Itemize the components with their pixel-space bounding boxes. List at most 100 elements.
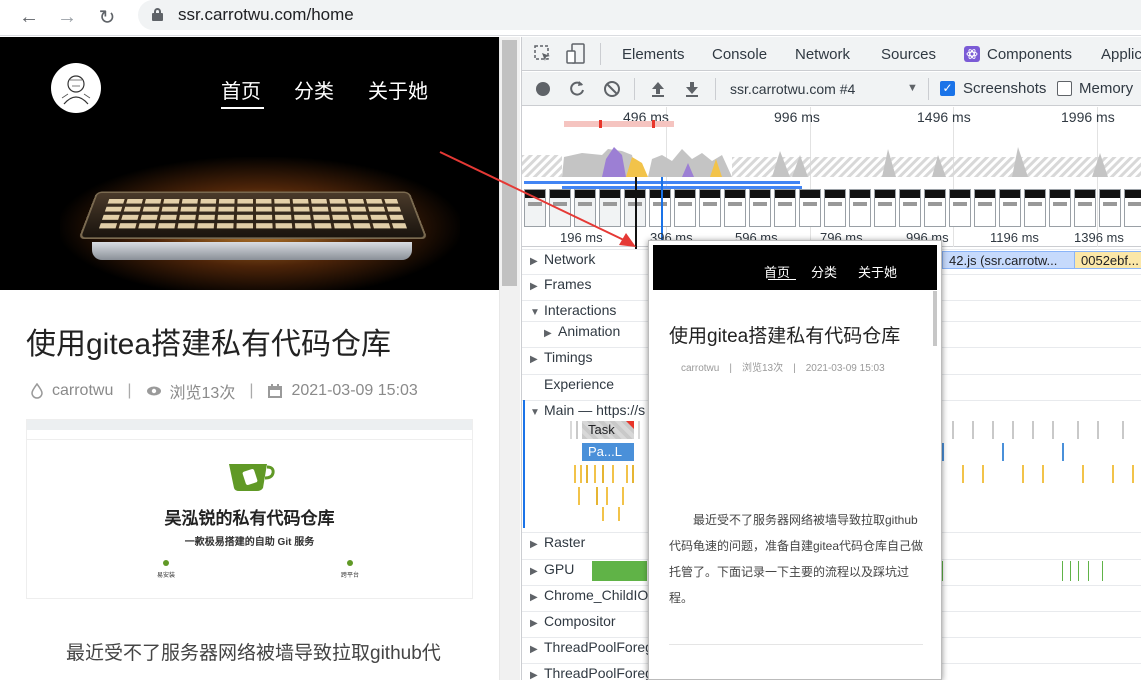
- browser-toolbar: ← → ↻ ssr.carrotwu.com/home: [0, 0, 1141, 36]
- triangle-down-icon[interactable]: ▼: [530, 307, 544, 318]
- filmstrip-frame[interactable]: [699, 189, 721, 227]
- eye-icon: [146, 386, 161, 396]
- filmstrip-frame[interactable]: [1049, 189, 1071, 227]
- upload-profile-icon[interactable]: [648, 79, 668, 99]
- memory-checkbox[interactable]: [1057, 81, 1072, 96]
- address-bar[interactable]: ssr.carrotwu.com/home: [138, 0, 1141, 30]
- triangle-right-icon[interactable]: ▶: [530, 618, 544, 629]
- track-label: Main — https://s: [544, 402, 646, 418]
- filmstrip-frame[interactable]: [1099, 189, 1121, 227]
- download-profile-icon[interactable]: [682, 79, 702, 99]
- gpu-block[interactable]: [1070, 561, 1072, 581]
- filmstrip-frame[interactable]: [999, 189, 1021, 227]
- memory-label[interactable]: Memory: [1079, 80, 1133, 97]
- tab-components[interactable]: Components: [987, 46, 1072, 63]
- filmstrip-frame[interactable]: [574, 189, 596, 227]
- triangle-right-icon[interactable]: ▶: [530, 566, 544, 577]
- flame-tick: [606, 487, 608, 505]
- fps-track: [564, 121, 674, 127]
- filmstrip-frame[interactable]: [1074, 189, 1096, 227]
- triangle-right-icon[interactable]: ▶: [544, 328, 558, 339]
- nav-category[interactable]: 分类: [294, 75, 334, 104]
- inspect-element-icon[interactable]: [534, 45, 552, 63]
- forward-button[interactable]: →: [52, 3, 82, 31]
- filmstrip-frame[interactable]: [849, 189, 871, 227]
- filmstrip-frame[interactable]: [799, 189, 821, 227]
- post-title[interactable]: 使用gitea搭建私有代码仓库: [26, 319, 391, 363]
- reload-profile-icon[interactable]: [567, 79, 587, 99]
- triangle-right-icon[interactable]: ▶: [530, 670, 544, 680]
- triangle-right-icon[interactable]: ▶: [530, 281, 544, 292]
- hero-banner: 首页 分类 关于她: [0, 37, 499, 290]
- tab-network[interactable]: Network: [795, 46, 850, 63]
- flame-tick: [942, 443, 944, 461]
- gpu-block[interactable]: [1078, 561, 1080, 581]
- filmstrip-frame[interactable]: [674, 189, 696, 227]
- filmstrip-frame[interactable]: [724, 189, 746, 227]
- filmstrip-frame[interactable]: [824, 189, 846, 227]
- filmstrip-frame[interactable]: [749, 189, 771, 227]
- tab-elements[interactable]: Elements: [622, 46, 685, 63]
- clear-icon[interactable]: [602, 79, 622, 99]
- network-request-bar[interactable]: 42.js (ssr.carrotw...: [942, 251, 1082, 269]
- tab-console[interactable]: Console: [712, 46, 767, 63]
- filmstrip-frame[interactable]: [949, 189, 971, 227]
- nav-about[interactable]: 关于她: [368, 75, 428, 104]
- triangle-right-icon[interactable]: ▶: [530, 354, 544, 365]
- filmstrip-frame[interactable]: [549, 189, 571, 227]
- filmstrip-frame[interactable]: [524, 189, 546, 227]
- flame-tick: [1077, 421, 1079, 439]
- filmstrip-frame[interactable]: [599, 189, 621, 227]
- triangle-right-icon[interactable]: ▶: [530, 539, 544, 550]
- gpu-block[interactable]: [1088, 561, 1090, 581]
- back-button[interactable]: ←: [14, 3, 44, 31]
- profile-select[interactable]: ssr.carrotwu.com #4: [730, 81, 855, 97]
- triangle-right-icon[interactable]: ▶: [530, 644, 544, 655]
- record-icon[interactable]: [533, 79, 553, 99]
- triangle-right-icon[interactable]: ▶: [530, 592, 544, 603]
- filmstrip-frame[interactable]: [924, 189, 946, 227]
- preview-body-text: 最近受不了服务器网络被墙导致拉取github代码龟速的问题，准备自建gitea代…: [669, 513, 924, 605]
- flame-tick: [622, 487, 624, 505]
- gpu-block[interactable]: [592, 561, 648, 581]
- avatar[interactable]: [51, 63, 101, 113]
- filmstrip-frame[interactable]: [974, 189, 996, 227]
- flame-tick: [962, 465, 964, 483]
- screenshots-label[interactable]: Screenshots: [963, 80, 1046, 97]
- triangle-down-icon[interactable]: ▼: [530, 407, 544, 418]
- track-label: Chrome_ChildIOT: [544, 587, 657, 603]
- tab-sources[interactable]: Sources: [881, 46, 936, 63]
- filmstrip-frame[interactable]: [1124, 189, 1141, 227]
- filmstrip-frame[interactable]: [1024, 189, 1046, 227]
- screenshots-checkbox[interactable]: ✓: [940, 81, 955, 96]
- triangle-right-icon[interactable]: ▶: [530, 256, 544, 267]
- post-views: 浏览13次: [169, 385, 236, 402]
- gpu-block[interactable]: [1062, 561, 1064, 581]
- gpu-block[interactable]: [1102, 561, 1104, 581]
- screenshot-browser-bar: [27, 420, 472, 430]
- reload-button[interactable]: ↻: [92, 3, 122, 31]
- filmstrip-frame[interactable]: [649, 189, 671, 227]
- post-screenshot-image: 吴泓锐的私有代码仓库 一款极易搭建的自助 Git 服务 易安装 跨平台: [26, 419, 473, 599]
- filmstrip-frame[interactable]: [774, 189, 796, 227]
- flame-tick: [570, 421, 572, 439]
- post-meta: carrotwu | 浏览13次 | 2021-03-09 15:03: [30, 379, 418, 403]
- page-scrollbar-thumb[interactable]: [502, 40, 517, 286]
- post-author[interactable]: carrotwu: [52, 382, 113, 400]
- flame-tick: [952, 421, 954, 439]
- parse-html-flame[interactable]: Pa...L: [582, 443, 634, 461]
- filmstrip-frame[interactable]: [874, 189, 896, 227]
- profile-dropdown-icon[interactable]: ▼: [907, 82, 918, 94]
- preview-divider: [669, 644, 923, 645]
- flame-tick: [602, 465, 604, 483]
- flame-tick: [586, 465, 588, 483]
- timeline-overview[interactable]: 496 ms 996 ms 1496 ms 1996 ms: [522, 107, 1141, 317]
- flame-tick: [1132, 465, 1134, 483]
- screenshot-filmstrip[interactable]: [522, 189, 1141, 229]
- network-request-bar[interactable]: 0052ebf...: [1074, 251, 1141, 269]
- nav-home[interactable]: 首页: [221, 75, 261, 104]
- flame-tick: [576, 421, 578, 439]
- filmstrip-frame[interactable]: [899, 189, 921, 227]
- tab-application[interactable]: Applic: [1101, 46, 1141, 63]
- device-toolbar-icon[interactable]: [566, 43, 586, 65]
